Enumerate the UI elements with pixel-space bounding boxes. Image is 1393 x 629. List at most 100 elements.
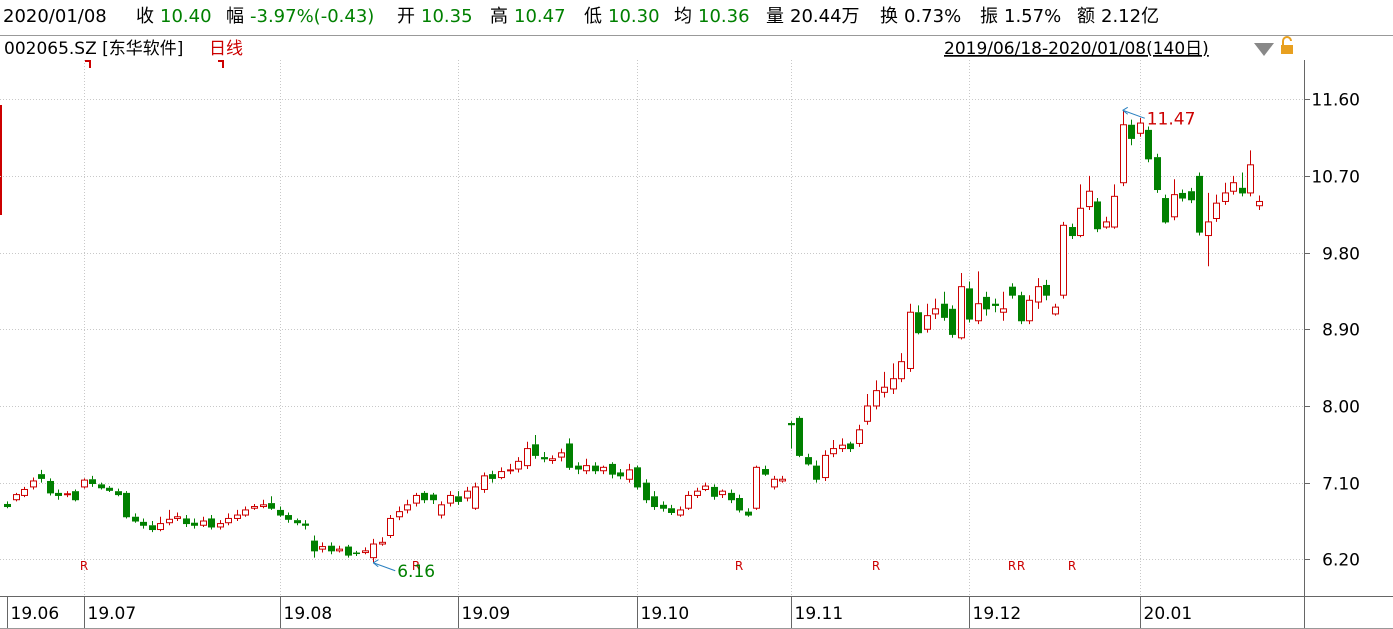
candle-body [1043,284,1050,296]
lock-icon[interactable] [1281,36,1293,54]
candle [1069,223,1076,239]
candle [379,537,386,546]
candle [81,478,88,489]
candle-body [1222,192,1229,202]
candle [643,479,650,504]
candle [1145,126,1152,163]
candle-body [771,478,778,488]
candle [396,506,403,521]
candle-body [447,494,454,504]
candles [4,110,1263,563]
candlestick-chart[interactable]: 11.6010.709.808.908.007.106.20 19.06 19.0… [0,0,1393,629]
candle-body [1120,124,1127,184]
candle-body [575,465,582,470]
candle-body [745,511,752,516]
candle [932,298,939,320]
candle [302,520,309,530]
date-range[interactable]: 2019/06/18-2020/01/08(140日) [944,39,1209,59]
high-price-label: 11.47 [1147,109,1196,129]
candle-body [38,474,45,479]
candle [1222,182,1229,205]
candle [728,489,735,504]
candle [907,303,914,372]
x-tick-label: 19.07 [88,604,137,624]
candle-body [702,485,709,490]
candle [1256,195,1263,210]
x-tick-label: 19.08 [284,604,333,624]
candle [626,463,633,483]
candle-body [949,308,956,335]
candle [805,453,812,466]
candle [285,512,292,523]
candle-body [498,471,505,479]
candle-body [234,514,241,519]
triangle-down-icon[interactable] [1254,43,1274,56]
candle-body [311,540,318,552]
candle-body [268,503,275,509]
candle-body [132,516,139,522]
candle [1086,175,1093,210]
candle-body [1196,175,1203,233]
r-marker: R [1017,559,1025,573]
candle [915,305,922,335]
candle-body [515,460,522,470]
x-tick-label: 19.11 [795,604,844,624]
candle-body [541,457,548,460]
candle-body [507,469,514,472]
candle-body [285,515,292,520]
candle-body [225,517,232,524]
candle [1094,198,1101,233]
period-label[interactable]: 日线 [209,39,243,59]
candle [489,470,496,483]
r-markers: RRRRRRR [80,559,1076,573]
candle-body [1188,191,1195,201]
candle-body [21,488,28,496]
y-tick-label: 11.60 [1311,91,1360,111]
candle [387,515,394,539]
candle-body [983,296,990,310]
candle [251,503,258,510]
candle-body [1086,190,1093,208]
candle-body [1128,124,1135,139]
candle [430,492,437,504]
candle [881,371,888,398]
candle [719,489,726,499]
candle-body [481,475,488,490]
candle [983,291,990,316]
r-marker: R [80,559,88,573]
candle [617,469,624,480]
symbol-label: 002065.SZ [东华软件] [4,39,183,59]
candle-body [294,520,301,524]
period-bracket-icon [218,60,224,68]
candle [1154,153,1161,193]
candle [660,501,667,512]
candle-body [873,390,880,407]
candle-body [992,303,999,306]
candle [634,465,641,490]
candle-body [660,504,667,509]
candle-body [609,463,616,475]
candle-body [55,492,62,496]
candle-body [81,479,88,488]
candle [839,438,846,452]
candle [515,457,522,473]
candle-body [1247,164,1254,194]
candle [1179,189,1186,202]
candle [924,303,931,333]
candle [72,489,79,502]
candle [702,482,709,492]
candle-body [260,504,267,508]
grid-lines [0,60,1310,628]
price-annotations: 11.47 6.16 [372,106,1196,582]
candle [1239,172,1246,197]
candle [47,478,54,496]
candle [157,516,164,532]
candle-body [626,469,633,480]
candle-body [1230,182,1237,192]
candle-body [1000,308,1007,313]
candle [481,472,488,493]
candle [21,486,28,498]
candle [123,491,130,519]
candle [55,489,62,500]
candle [191,518,198,529]
